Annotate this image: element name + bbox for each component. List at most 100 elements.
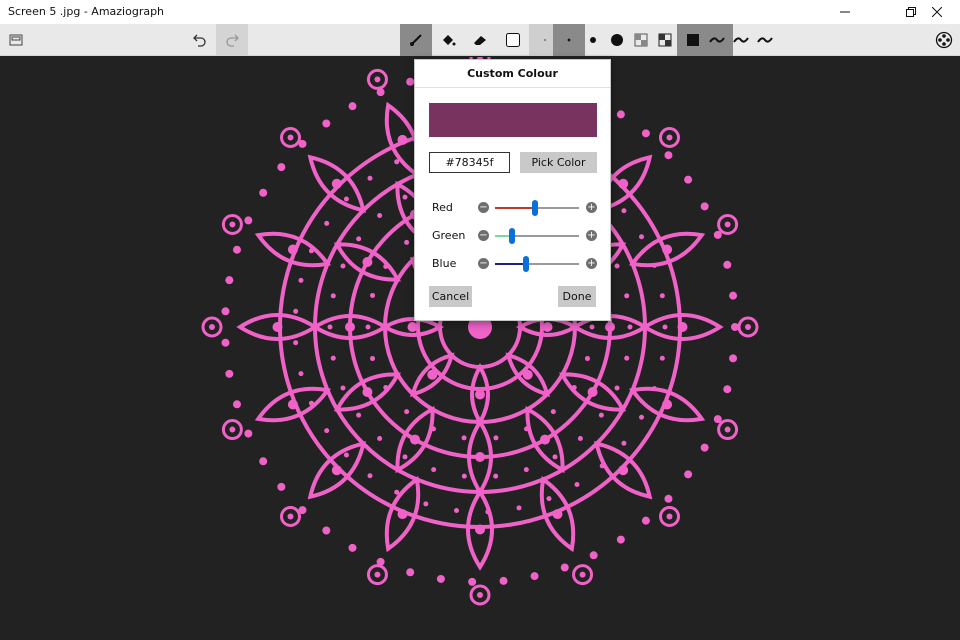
brush-tool[interactable] — [400, 24, 432, 56]
mandala-dot — [221, 338, 230, 347]
blue-slider-thumb[interactable] — [523, 256, 530, 272]
fill-tool[interactable] — [432, 24, 464, 56]
hex-input[interactable]: #78345f — [429, 152, 510, 173]
mandala-dot — [293, 340, 299, 346]
mandala-curl-dot — [724, 426, 731, 433]
mandala-dot — [430, 426, 436, 432]
mandala-petal-dot — [331, 178, 342, 189]
green-increment-button[interactable]: + — [586, 230, 597, 241]
blue-slider[interactable] — [495, 256, 579, 272]
red-slider[interactable] — [495, 200, 579, 216]
mandala-dot — [546, 496, 552, 502]
mandala-dot — [651, 386, 657, 392]
mandala-dot — [348, 543, 357, 552]
minimize-button[interactable] — [822, 0, 868, 24]
mandala-dot — [327, 324, 333, 330]
undo-button[interactable] — [184, 24, 216, 56]
mandala-dot — [330, 293, 336, 299]
symmetry-button[interactable] — [928, 24, 960, 56]
mandala-dot — [308, 400, 314, 406]
mandala-dot — [259, 457, 268, 466]
slider-label-red: Red — [432, 201, 453, 214]
mandala-petal-dot — [475, 524, 485, 535]
eraser-icon — [474, 36, 486, 45]
mandala-curl-dot — [745, 324, 751, 330]
mandala-dot — [423, 501, 429, 507]
mandala-dot — [404, 239, 410, 245]
mandala-dot — [383, 385, 389, 391]
mandala-dot — [523, 467, 529, 473]
mandala-curl-dot — [374, 76, 381, 83]
mandala-petal-dot — [475, 389, 485, 400]
mandala-dot — [641, 129, 650, 138]
mandala-dot — [365, 324, 371, 330]
mandala-dot — [356, 236, 362, 242]
mandala-dot — [584, 356, 590, 362]
mandala-dot — [404, 409, 410, 415]
mandala-dot — [599, 463, 605, 469]
mandala-dot — [639, 414, 645, 420]
mandala-dot — [330, 355, 336, 361]
mandala-dot — [259, 188, 268, 197]
mandala-petal-dot — [287, 399, 298, 410]
pick-color-button[interactable]: Pick Color — [520, 152, 597, 173]
mandala-dot — [343, 196, 349, 202]
fill-icon — [443, 35, 456, 46]
mandala-dot — [394, 489, 400, 495]
color-button[interactable] — [497, 24, 529, 56]
mandala-dot — [244, 429, 253, 438]
mandala-petal-dot — [407, 322, 418, 332]
mandala-dot — [659, 293, 665, 299]
mandala-dot — [641, 516, 650, 525]
mandala-dot — [277, 163, 286, 172]
cancel-button[interactable]: Cancel — [429, 286, 472, 307]
mandala-petal-dot — [662, 399, 673, 410]
blue-increment-button[interactable]: + — [586, 258, 597, 269]
redo-button[interactable] — [216, 24, 248, 56]
mandala-dot — [402, 194, 408, 200]
green-decrement-button[interactable]: − — [478, 230, 489, 241]
mandala-dot — [367, 473, 373, 479]
mandala-curl-dot — [666, 513, 673, 520]
stroke-rough-button[interactable] — [749, 24, 781, 56]
red-decrement-button[interactable]: − — [478, 202, 489, 213]
mandala-petal-dot — [605, 322, 615, 332]
mandala-dot — [367, 175, 373, 181]
mandala-curl-dot — [724, 221, 731, 228]
green-slider[interactable] — [495, 228, 579, 244]
mandala-curl-dot — [666, 134, 673, 141]
mandala-dot — [627, 324, 633, 330]
mandala-curl-dot — [229, 426, 236, 433]
mandala-dot — [377, 213, 383, 219]
mandala-dot — [324, 220, 330, 226]
mandala-petal-dot — [427, 369, 438, 380]
red-increment-button[interactable]: + — [586, 202, 597, 213]
eraser-tool[interactable] — [464, 24, 496, 56]
mandala-dot — [485, 509, 491, 515]
red-slider-thumb[interactable] — [531, 200, 538, 216]
stroke-rough-icon — [757, 37, 773, 43]
close-button[interactable] — [914, 0, 960, 24]
mandala-dot — [454, 508, 460, 514]
done-button[interactable]: Done — [558, 286, 596, 307]
colour-preview-swatch — [429, 103, 597, 137]
green-slider-thumb[interactable] — [509, 228, 516, 244]
mandala-dot — [616, 535, 625, 544]
mandala-petal-dot — [362, 387, 373, 397]
toolbar — [0, 24, 960, 56]
mandala-dot — [659, 355, 665, 361]
mandala-dot — [308, 248, 314, 254]
title-bar: Screen 5 .jpg - Amaziograph — [0, 0, 960, 24]
mandala-petal-dot — [677, 322, 688, 332]
blue-decrement-button[interactable]: − — [478, 258, 489, 269]
mandala-dot — [516, 505, 522, 511]
medium-dot-icon — [590, 37, 596, 43]
mandala-dot — [244, 216, 253, 225]
save-button[interactable] — [0, 24, 32, 56]
mandala-dot — [614, 263, 620, 269]
mandala-dot — [560, 563, 569, 572]
mandala-dot — [324, 428, 330, 434]
mandala-dot — [700, 443, 709, 452]
custom-colour-dialog: Custom Colour #78345f Pick Color Red − + Gr… — [414, 59, 611, 321]
mandala-curl-dot — [229, 221, 236, 228]
